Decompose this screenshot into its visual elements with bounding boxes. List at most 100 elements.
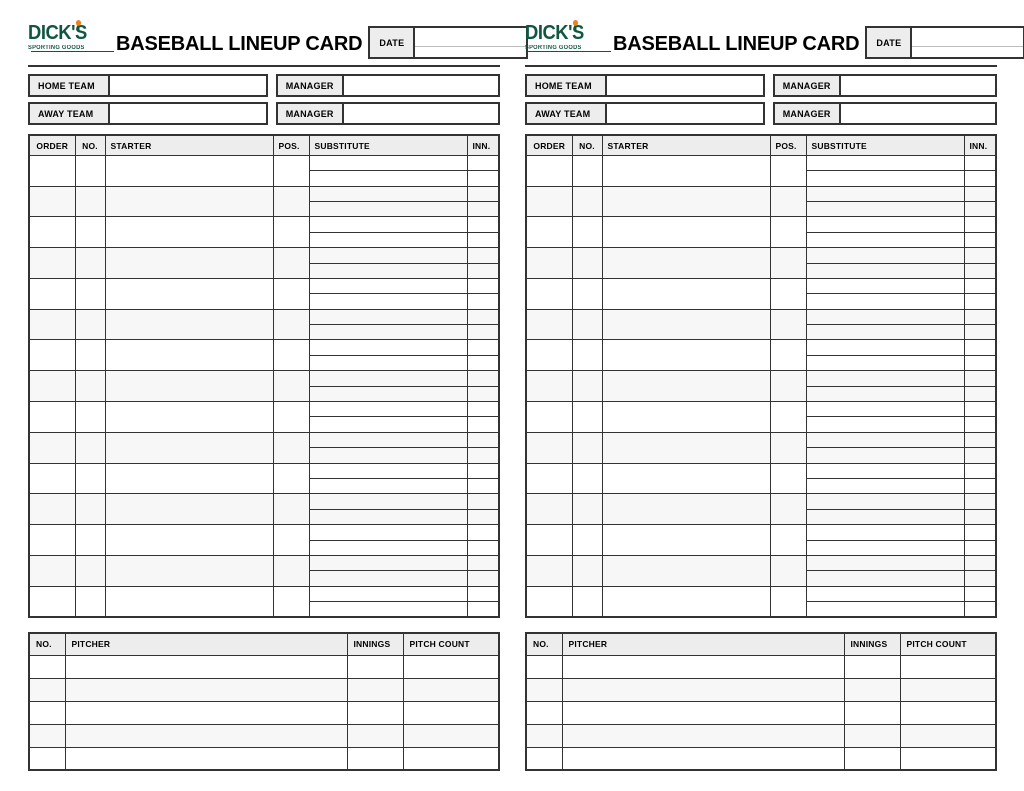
pitcher-cell-pitch-count[interactable]	[899, 723, 997, 748]
lineup-cell-inn[interactable]	[466, 200, 500, 218]
lineup-cell-no[interactable]	[74, 462, 106, 495]
pitcher-cell-no[interactable]	[525, 700, 563, 725]
pitcher-cell-name[interactable]	[64, 700, 348, 725]
lineup-cell-starter[interactable]	[601, 462, 771, 495]
home-team-input[interactable]	[110, 76, 266, 96]
lineup-cell-no[interactable]	[571, 493, 603, 526]
lineup-cell-inn[interactable]	[466, 585, 500, 603]
lineup-cell-substitute[interactable]	[805, 354, 965, 372]
lineup-cell-inn[interactable]	[963, 539, 997, 556]
lineup-cell-no[interactable]	[74, 431, 106, 464]
lineup-cell-inn[interactable]	[466, 247, 500, 264]
lineup-cell-substitute[interactable]	[308, 431, 468, 449]
lineup-cell-no[interactable]	[571, 554, 603, 587]
lineup-cell-no[interactable]	[74, 247, 106, 279]
lineup-cell-inn[interactable]	[963, 170, 997, 187]
lineup-cell-starter[interactable]	[104, 462, 274, 495]
lineup-cell-no[interactable]	[74, 524, 106, 556]
lineup-cell-inn[interactable]	[963, 477, 997, 495]
lineup-cell-substitute[interactable]	[308, 354, 468, 372]
lineup-cell-substitute[interactable]	[805, 585, 965, 603]
lineup-cell-substitute[interactable]	[308, 554, 468, 572]
lineup-cell-inn[interactable]	[963, 339, 997, 356]
lineup-cell-pos[interactable]	[272, 431, 310, 464]
lineup-cell-order[interactable]	[28, 370, 76, 403]
lineup-cell-starter[interactable]	[104, 154, 274, 187]
pitcher-cell-name[interactable]	[561, 654, 845, 679]
lineup-cell-order[interactable]	[28, 431, 76, 464]
lineup-cell-inn[interactable]	[466, 339, 500, 356]
lineup-cell-order[interactable]	[525, 216, 573, 249]
lineup-cell-no[interactable]	[74, 185, 106, 218]
lineup-cell-pos[interactable]	[769, 554, 807, 587]
lineup-cell-substitute[interactable]	[308, 570, 468, 587]
pitcher-cell-no[interactable]	[525, 654, 563, 679]
lineup-cell-starter[interactable]	[104, 401, 274, 433]
lineup-cell-substitute[interactable]	[308, 324, 468, 341]
lineup-cell-pos[interactable]	[272, 554, 310, 587]
lineup-cell-inn[interactable]	[963, 601, 997, 618]
lineup-cell-substitute[interactable]	[805, 339, 965, 356]
pitcher-cell-no[interactable]	[28, 700, 66, 725]
lineup-cell-inn[interactable]	[466, 170, 500, 187]
lineup-cell-inn[interactable]	[466, 539, 500, 556]
lineup-cell-pos[interactable]	[769, 462, 807, 495]
lineup-cell-inn[interactable]	[963, 354, 997, 372]
pitcher-cell-innings[interactable]	[843, 677, 901, 702]
lineup-cell-starter[interactable]	[601, 370, 771, 403]
lineup-cell-substitute[interactable]	[805, 216, 965, 233]
lineup-cell-starter[interactable]	[601, 339, 771, 372]
lineup-cell-pos[interactable]	[272, 462, 310, 495]
lineup-cell-pos[interactable]	[272, 247, 310, 279]
lineup-cell-no[interactable]	[74, 585, 106, 618]
lineup-cell-order[interactable]	[525, 431, 573, 464]
lineup-cell-substitute[interactable]	[805, 601, 965, 618]
lineup-cell-pos[interactable]	[769, 277, 807, 310]
lineup-cell-no[interactable]	[74, 216, 106, 249]
lineup-cell-order[interactable]	[28, 247, 76, 279]
lineup-cell-order[interactable]	[525, 554, 573, 587]
home-team-input[interactable]	[607, 76, 763, 96]
lineup-cell-substitute[interactable]	[805, 185, 965, 202]
lineup-cell-inn[interactable]	[963, 308, 997, 326]
lineup-cell-inn[interactable]	[963, 324, 997, 341]
lineup-cell-starter[interactable]	[601, 493, 771, 526]
lineup-cell-inn[interactable]	[963, 431, 997, 449]
lineup-cell-no[interactable]	[571, 247, 603, 279]
lineup-cell-inn[interactable]	[466, 277, 500, 295]
lineup-cell-inn[interactable]	[466, 354, 500, 372]
lineup-cell-substitute[interactable]	[805, 277, 965, 295]
lineup-cell-starter[interactable]	[601, 277, 771, 310]
away-manager-field[interactable]: MANAGER	[772, 102, 997, 126]
date-field[interactable]: DATE	[865, 26, 1024, 60]
lineup-cell-no[interactable]	[571, 216, 603, 249]
lineup-cell-order[interactable]	[28, 185, 76, 218]
lineup-cell-substitute[interactable]	[308, 385, 468, 403]
lineup-cell-no[interactable]	[571, 154, 603, 187]
lineup-cell-substitute[interactable]	[805, 539, 965, 556]
date-field[interactable]: DATE	[368, 26, 529, 60]
lineup-cell-pos[interactable]	[769, 401, 807, 433]
lineup-cell-inn[interactable]	[963, 277, 997, 295]
lineup-cell-substitute[interactable]	[805, 308, 965, 326]
lineup-cell-no[interactable]	[571, 308, 603, 341]
lineup-cell-inn[interactable]	[963, 554, 997, 572]
lineup-cell-pos[interactable]	[769, 154, 807, 187]
home-manager-field[interactable]: MANAGER	[275, 74, 500, 98]
lineup-cell-substitute[interactable]	[308, 524, 468, 541]
lineup-cell-inn[interactable]	[466, 570, 500, 587]
away-team-field[interactable]: AWAY TEAM	[28, 102, 268, 126]
lineup-cell-substitute[interactable]	[805, 570, 965, 587]
lineup-cell-substitute[interactable]	[805, 154, 965, 172]
lineup-cell-starter[interactable]	[104, 247, 274, 279]
home-manager-input[interactable]	[343, 76, 498, 96]
pitcher-cell-innings[interactable]	[346, 746, 404, 771]
pitcher-cell-name[interactable]	[64, 723, 348, 748]
lineup-cell-starter[interactable]	[104, 216, 274, 249]
lineup-cell-inn[interactable]	[963, 508, 997, 526]
lineup-cell-no[interactable]	[571, 370, 603, 403]
lineup-cell-order[interactable]	[525, 154, 573, 187]
pitcher-cell-no[interactable]	[28, 677, 66, 702]
pitcher-cell-name[interactable]	[561, 723, 845, 748]
lineup-cell-no[interactable]	[571, 524, 603, 556]
